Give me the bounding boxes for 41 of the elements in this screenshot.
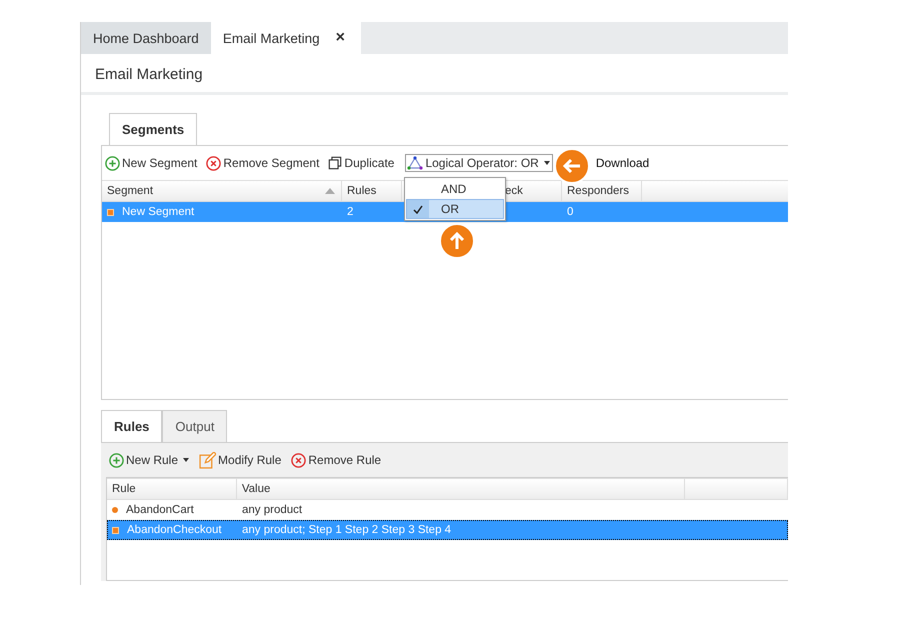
toolbar-button[interactable]: Modify Rule (197, 450, 284, 470)
download-button[interactable]: Download (594, 154, 652, 172)
segment-icon (107, 208, 114, 216)
toolbar-button[interactable]: New Rule (107, 450, 192, 470)
caret-icon (544, 161, 550, 165)
dot-icon (112, 507, 118, 513)
menu-item[interactable]: AND (406, 179, 504, 199)
table-row[interactable]: AbandonCart any product (107, 500, 788, 520)
table-cell: AbandonCart (126, 504, 194, 516)
column-header[interactable]: Value (236, 479, 686, 499)
table-cell: 2 (347, 206, 354, 218)
toolbar-button[interactable]: New Segment (103, 154, 200, 172)
table-cell: any product (242, 504, 302, 516)
table-cell: AbandonCheckout (127, 524, 222, 536)
tab[interactable]: Email Marketing × (210, 22, 361, 54)
table-cell: New Segment (122, 206, 194, 218)
column-header[interactable]: Segment (102, 181, 342, 201)
table-cell: any product; Step 1 Step 2 Step 3 Step 4 (242, 524, 452, 536)
table-cell: 0 (567, 206, 574, 218)
page-title: Email Marketing (81, 54, 788, 95)
remove-icon (206, 156, 222, 170)
plus-icon (109, 452, 124, 468)
toolbar-button[interactable]: Remove Rule (289, 450, 384, 470)
toolbar-button[interactable]: Logical Operator: OR (405, 154, 553, 172)
toolbar-button[interactable]: Remove Segment (204, 154, 322, 172)
menu-item[interactable]: OR (406, 199, 504, 219)
check-icon (413, 204, 423, 214)
tab[interactable]: Rules (101, 410, 162, 442)
triangle-icon (407, 156, 424, 170)
column-header[interactable]: Rule (107, 479, 237, 499)
tab[interactable]: Segments (109, 113, 198, 145)
close-icon[interactable]: × (336, 29, 345, 47)
toolbar-button[interactable]: Duplicate (326, 154, 396, 172)
pencil-icon (199, 452, 216, 468)
sort-icon (325, 188, 335, 194)
tab[interactable]: Output (162, 410, 228, 442)
copy-icon (328, 156, 342, 170)
plus-icon (105, 156, 120, 170)
column-header[interactable]: Rules (342, 181, 402, 201)
remove-icon (291, 452, 306, 468)
tab[interactable]: Home Dashboard (81, 22, 211, 54)
